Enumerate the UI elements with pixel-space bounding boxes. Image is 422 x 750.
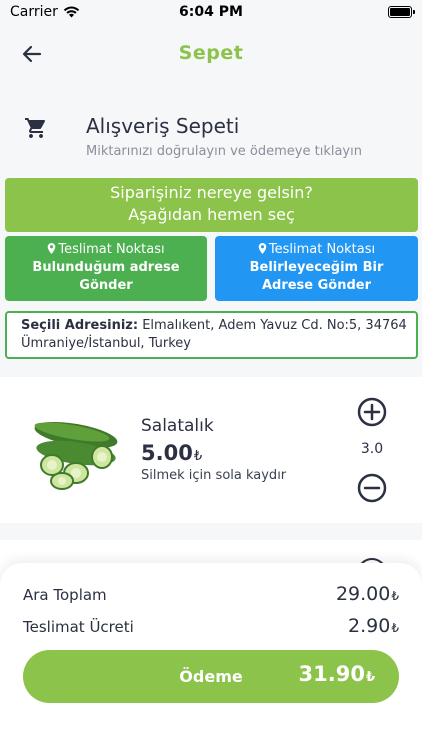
selected-address-line2: Ümraniye/İstanbul, Turkey xyxy=(21,336,191,351)
currency-symbol: ₺ xyxy=(193,449,203,464)
location-pin-icon xyxy=(48,243,56,254)
product-name: Salatalık xyxy=(141,416,214,436)
cucumber-image xyxy=(34,421,118,490)
delivery-question: Siparişiniz nereye gelsin? xyxy=(110,183,313,202)
option-current-line2: Bulunduğum adrese xyxy=(32,260,180,275)
subtotal-value: 29.00 xyxy=(335,583,391,605)
subtotal-label: Ara Toplam xyxy=(23,586,107,604)
plus-circle-icon[interactable] xyxy=(357,397,387,427)
carrier-label: Carrier xyxy=(10,4,58,20)
battery-icon xyxy=(388,6,415,18)
selected-address-label: Seçili Adresiniz: xyxy=(21,318,139,333)
selected-address-line1: Elmalıkent, Adem Yavuz Cd. No:5, 34764 xyxy=(142,318,407,333)
currency-symbol: ₺ xyxy=(391,621,399,635)
subtotal-row: Ara Toplam 29.00₺ xyxy=(23,583,399,605)
payment-button[interactable]: Ödeme 31.90₺ xyxy=(23,650,399,703)
delivery-question-banner: Siparişiniz nereye gelsin? Aşağıdan heme… xyxy=(5,178,418,232)
product-price: 5.00₺ xyxy=(141,441,202,465)
minus-circle-icon[interactable] xyxy=(357,473,387,503)
cart-header: Alışveriş Sepeti Miktarınızı doğrulayın … xyxy=(24,112,404,162)
location-pin-icon xyxy=(258,243,267,254)
product-price-value: 5.00 xyxy=(141,441,193,465)
option-custom-label: Teslimat Noktası xyxy=(268,242,376,257)
swipe-hint: Silmek için sola kaydır xyxy=(141,468,287,483)
wifi-icon xyxy=(63,6,80,18)
delivery-fee-value: 2.90 xyxy=(348,615,391,637)
total-value: 31.90 xyxy=(298,662,365,686)
delivery-question-sub: Aşağıdan hemen seç xyxy=(128,205,295,224)
selected-address-box[interactable]: Seçili Adresiniz: Elmalıkent, Adem Yavuz… xyxy=(5,311,418,359)
shopping-cart-icon xyxy=(25,118,46,138)
nav-bar: Sepet xyxy=(0,34,422,74)
cart-item[interactable]: Salatalık 5.00₺ Silmek için sola kaydır … xyxy=(0,377,422,523)
delivery-fee-row: Teslimat Ücreti 2.90₺ xyxy=(23,615,399,637)
option-custom-line3: Adrese Gönder xyxy=(261,278,372,293)
cart-title: Alışveriş Sepeti xyxy=(86,114,240,138)
currency-symbol: ₺ xyxy=(365,670,375,685)
send-to-custom-address-button[interactable]: Teslimat Noktası Belirleyeceğim Bir Adre… xyxy=(215,236,418,301)
quantity-value: 3.0 xyxy=(360,441,384,457)
option-custom-line2: Belirleyeceğim Bir xyxy=(249,260,384,275)
currency-symbol: ₺ xyxy=(391,589,399,603)
status-bar: Carrier 6:04 PM xyxy=(0,0,422,24)
option-current-line3: Gönder xyxy=(79,278,133,293)
page-title: Sepet xyxy=(178,42,244,64)
send-to-current-address-button[interactable]: Teslimat Noktası Bulunduğum adrese Gönde… xyxy=(5,236,207,301)
order-summary-panel: Ara Toplam 29.00₺ Teslimat Ücreti 2.90₺ … xyxy=(0,563,422,750)
option-current-label: Teslimat Noktası xyxy=(58,242,165,257)
cart-subtitle: Miktarınızı doğrulayın ve ödemeye tıklay… xyxy=(86,144,362,159)
delivery-fee-label: Teslimat Ücreti xyxy=(23,618,134,636)
